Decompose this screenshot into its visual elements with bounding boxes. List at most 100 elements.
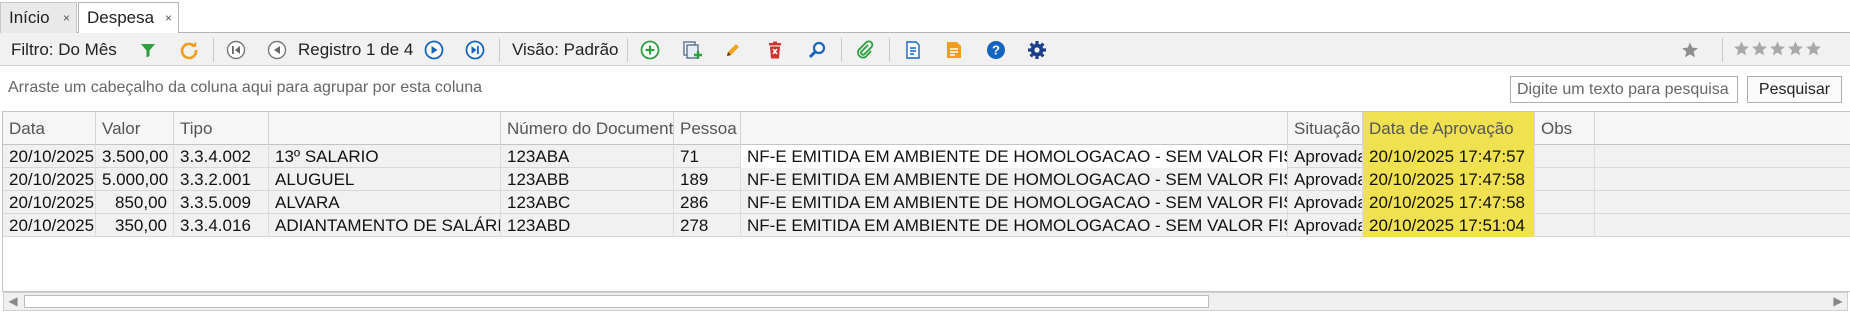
cell-observacao[interactable]: NF-E EMITIDA EM AMBIENTE DE HOMOLOGACAO … [741, 145, 1288, 168]
add-icon[interactable] [638, 38, 662, 62]
grid-header: Data Valor Tipo Número do Documento Pessoa Si… [3, 112, 1850, 145]
magnifier-icon[interactable] [805, 38, 829, 62]
cell-valor[interactable]: 850,00 [96, 191, 174, 214]
cell-pessoa[interactable]: 286 [674, 191, 741, 214]
scroll-thumb[interactable] [24, 295, 1209, 308]
column-header-data[interactable]: Data [3, 112, 96, 145]
star-icon[interactable] [1678, 38, 1702, 62]
column-header-data-aprovacao[interactable]: Data de Aprovação [1363, 112, 1535, 145]
cell-tipo[interactable]: 3.3.4.016 [174, 214, 269, 237]
cell-tipo[interactable]: 3.3.5.009 [174, 191, 269, 214]
refresh-icon[interactable] [177, 38, 201, 62]
trash-icon[interactable] [763, 38, 787, 62]
table-row[interactable]: 20/10/2025 850,00 3.3.5.009 ALVARA 123ABC 286… [3, 191, 1850, 214]
next-record-icon[interactable] [422, 38, 446, 62]
cell-data[interactable]: 20/10/2025 [3, 191, 96, 214]
export-document-icon[interactable] [901, 38, 925, 62]
cell-data-aprovacao[interactable]: 20/10/2025 17:47:58 [1363, 168, 1535, 191]
cell-obs[interactable] [1535, 191, 1595, 214]
tab-strip: Início × Despesa × [0, 0, 1850, 34]
column-header-situacao[interactable]: Situação [1288, 112, 1363, 145]
column-header-descricao[interactable] [269, 112, 501, 145]
cell-pessoa[interactable]: 189 [674, 168, 741, 191]
close-icon[interactable]: × [165, 11, 172, 25]
group-hint: Arraste um cabeçalho da coluna aqui para… [8, 79, 483, 96]
cell-numero-documento[interactable]: 123ABC [501, 191, 674, 214]
cell-obs[interactable] [1535, 145, 1595, 168]
cell-tipo[interactable]: 3.3.4.002 [174, 145, 269, 168]
tab-despesa[interactable]: Despesa × [78, 2, 179, 34]
table-row[interactable]: 20/10/2025 3.500,00 3.3.4.002 13º SALARIO 12… [3, 145, 1850, 168]
toolbar: Filtro: Do Mês Registro 1 de 4 Visão: Pa… [0, 33, 1850, 66]
funnel-icon[interactable] [136, 38, 160, 62]
column-header-pessoa[interactable]: Pessoa [674, 112, 741, 145]
cell-situacao[interactable]: Aprovada [1288, 214, 1363, 237]
paperclip-icon[interactable] [853, 38, 877, 62]
close-icon[interactable]: × [63, 11, 70, 25]
column-header-numero-documento[interactable]: Número do Documento [501, 112, 674, 145]
cell-descricao[interactable]: ALUGUEL [269, 168, 501, 191]
table-row[interactable]: 20/10/2025 350,00 3.3.4.016 ADIANTAMENTO DE… [3, 214, 1850, 237]
cell-data-aprovacao[interactable]: 20/10/2025 17:47:57 [1363, 145, 1535, 168]
cell-obs[interactable] [1535, 168, 1595, 191]
previous-record-icon[interactable] [265, 38, 289, 62]
cell-pessoa[interactable]: 71 [674, 145, 741, 168]
table-row[interactable]: 20/10/2025 5.000,00 3.3.2.001 ALUGUEL 123ABB… [3, 168, 1850, 191]
scroll-left-icon[interactable]: ◀ [4, 293, 22, 310]
data-grid: Data Valor Tipo Número do Documento Pessoa Si… [2, 111, 1850, 292]
cell-descricao[interactable]: ALVARA [269, 191, 501, 214]
record-counter: Registro 1 de 4 [298, 39, 414, 59]
cell-observacao[interactable]: NF-E EMITIDA EM AMBIENTE DE HOMOLOGACAO … [741, 214, 1288, 237]
search-input[interactable] [1510, 76, 1738, 103]
rating-stars[interactable] [1733, 40, 1822, 60]
view-label[interactable]: Visão: Padrão [512, 33, 618, 66]
rating-star-icon[interactable] [1805, 40, 1822, 57]
filter-label[interactable]: Filtro: Do Mês [11, 33, 117, 66]
cell-tipo[interactable]: 3.3.2.001 [174, 168, 269, 191]
cell-data[interactable]: 20/10/2025 [3, 168, 96, 191]
gear-icon[interactable] [1025, 38, 1049, 62]
last-record-icon[interactable] [463, 38, 487, 62]
notes-icon[interactable] [942, 38, 966, 62]
cell-valor[interactable]: 5.000,00 [96, 168, 174, 191]
duplicate-icon[interactable] [680, 38, 704, 62]
toolbar-separator [499, 38, 500, 62]
rating-star-icon[interactable] [1751, 40, 1768, 57]
cell-numero-documento[interactable]: 123ABD [501, 214, 674, 237]
cell-data[interactable]: 20/10/2025 [3, 145, 96, 168]
first-record-icon[interactable] [224, 38, 248, 62]
cell-situacao[interactable]: Aprovada [1288, 145, 1363, 168]
column-header-obs[interactable]: Obs [1535, 112, 1595, 145]
cell-situacao[interactable]: Aprovada [1288, 191, 1363, 214]
tab-label: Início [9, 8, 50, 27]
rating-star-icon[interactable] [1733, 40, 1750, 57]
horizontal-scrollbar[interactable]: ◀ ▶ [3, 292, 1848, 311]
cell-descricao[interactable]: 13º SALARIO [269, 145, 501, 168]
search-button[interactable]: Pesquisar [1747, 76, 1842, 103]
cell-numero-documento[interactable]: 123ABB [501, 168, 674, 191]
column-header-valor[interactable]: Valor [96, 112, 174, 145]
pencil-icon[interactable] [721, 38, 745, 62]
scroll-right-icon[interactable]: ▶ [1829, 293, 1847, 310]
cell-obs[interactable] [1535, 214, 1595, 237]
toolbar-separator [627, 38, 628, 62]
tab-label: Despesa [87, 8, 155, 27]
cell-data-aprovacao[interactable]: 20/10/2025 17:47:58 [1363, 191, 1535, 214]
help-icon[interactable]: ? [984, 38, 1008, 62]
cell-observacao[interactable]: NF-E EMITIDA EM AMBIENTE DE HOMOLOGACAO … [741, 191, 1288, 214]
cell-pessoa[interactable]: 278 [674, 214, 741, 237]
column-header-observacao[interactable] [741, 112, 1288, 145]
cell-data[interactable]: 20/10/2025 [3, 214, 96, 237]
cell-valor[interactable]: 3.500,00 [96, 145, 174, 168]
cell-valor[interactable]: 350,00 [96, 214, 174, 237]
cell-situacao[interactable]: Aprovada [1288, 168, 1363, 191]
cell-numero-documento[interactable]: 123ABA [501, 145, 674, 168]
cell-descricao[interactable]: ADIANTAMENTO DE SALÁRIO [269, 214, 501, 237]
tab-inicio[interactable]: Início × [0, 2, 77, 33]
column-header-tipo[interactable]: Tipo [174, 112, 269, 145]
cell-data-aprovacao[interactable]: 20/10/2025 17:51:04 [1363, 214, 1535, 237]
svg-text:?: ? [992, 43, 1000, 58]
rating-star-icon[interactable] [1787, 40, 1804, 57]
cell-observacao[interactable]: NF-E EMITIDA EM AMBIENTE DE HOMOLOGACAO … [741, 168, 1288, 191]
rating-star-icon[interactable] [1769, 40, 1786, 57]
